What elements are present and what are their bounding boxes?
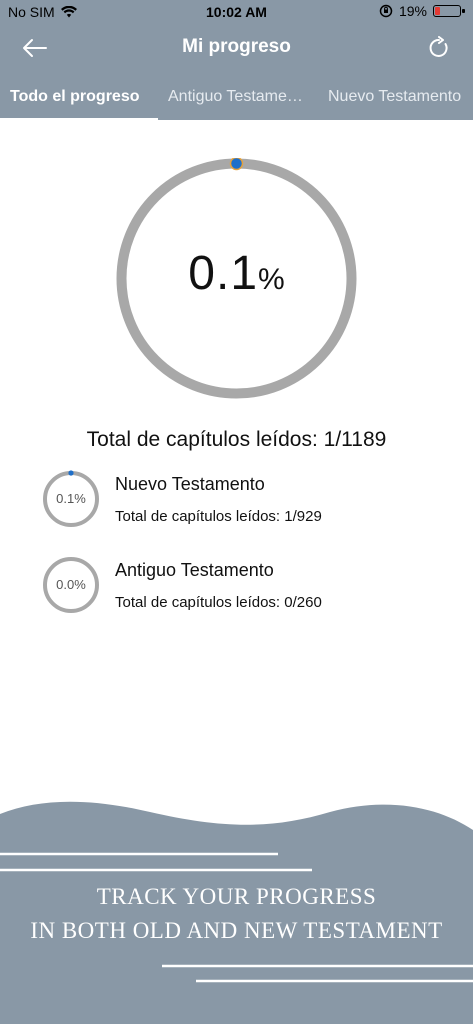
banner-line-1: TRACK YOUR PROGRESS [96, 884, 377, 909]
ring-progress-marker [229, 158, 244, 171]
page-title: Mi progreso [182, 36, 291, 57]
banner-text: TRACK YOUR PROGRESS IN BOTH OLD AND NEW … [0, 880, 473, 948]
total-chapters-read: Total de capítulos leídos: 1/1189 [86, 428, 387, 451]
header: No SIM 10:02 AM 19% Mi progreso Todo el … [0, 0, 473, 120]
promo-banner: TRACK YOUR PROGRESS IN BOTH OLD AND NEW … [0, 790, 473, 1024]
testament-name: Nuevo Testamento [115, 474, 265, 494]
tab-antiguo-testamento[interactable]: Antiguo Testamento [158, 74, 318, 120]
overall-percent: 0.1% [116, 246, 357, 301]
refresh-icon[interactable] [427, 36, 451, 60]
testament-chapters-read: Total de capítulos leídos: 1/929 [115, 508, 322, 525]
testament-name: Antiguo Testamento [115, 560, 274, 580]
list-item-antiguo-testamento[interactable]: 0.0% Antiguo Testamento Total de capítul… [42, 556, 462, 616]
testament-chapters-read: Total de capítulos leídos: 0/260 [115, 594, 322, 611]
battery-percent: 19% [398, 3, 427, 19]
tab-nuevo-testamento[interactable]: Nuevo Testamento [318, 74, 473, 120]
status-bar: No SIM 10:02 AM 19% [0, 0, 473, 24]
mini-ring-percent: 0.1% [56, 491, 86, 506]
nav-bar: Mi progreso [0, 24, 473, 72]
tab-todo-el-progreso[interactable]: Todo el progreso [0, 74, 158, 120]
overall-progress-ring: 0.1% [116, 158, 357, 399]
overall-percent-sign: % [258, 263, 285, 296]
status-right: 19% [379, 3, 465, 19]
mini-ring-percent: 0.0% [56, 577, 86, 592]
tab-bar: Todo el progreso Antiguo Testamento Nuev… [0, 74, 473, 120]
overall-percent-value: 0.1 [188, 247, 259, 300]
orientation-lock-icon [379, 4, 393, 18]
mini-progress-ring: 0.0% [42, 556, 100, 614]
mini-ring-progress-marker [68, 470, 74, 476]
battery-icon [433, 3, 465, 19]
list-item-nuevo-testamento[interactable]: 0.1% Nuevo Testamento Total de capítulos… [42, 470, 462, 530]
banner-line-2: IN BOTH OLD AND NEW TESTAMENT [30, 918, 443, 943]
mini-progress-ring: 0.1% [42, 470, 100, 528]
